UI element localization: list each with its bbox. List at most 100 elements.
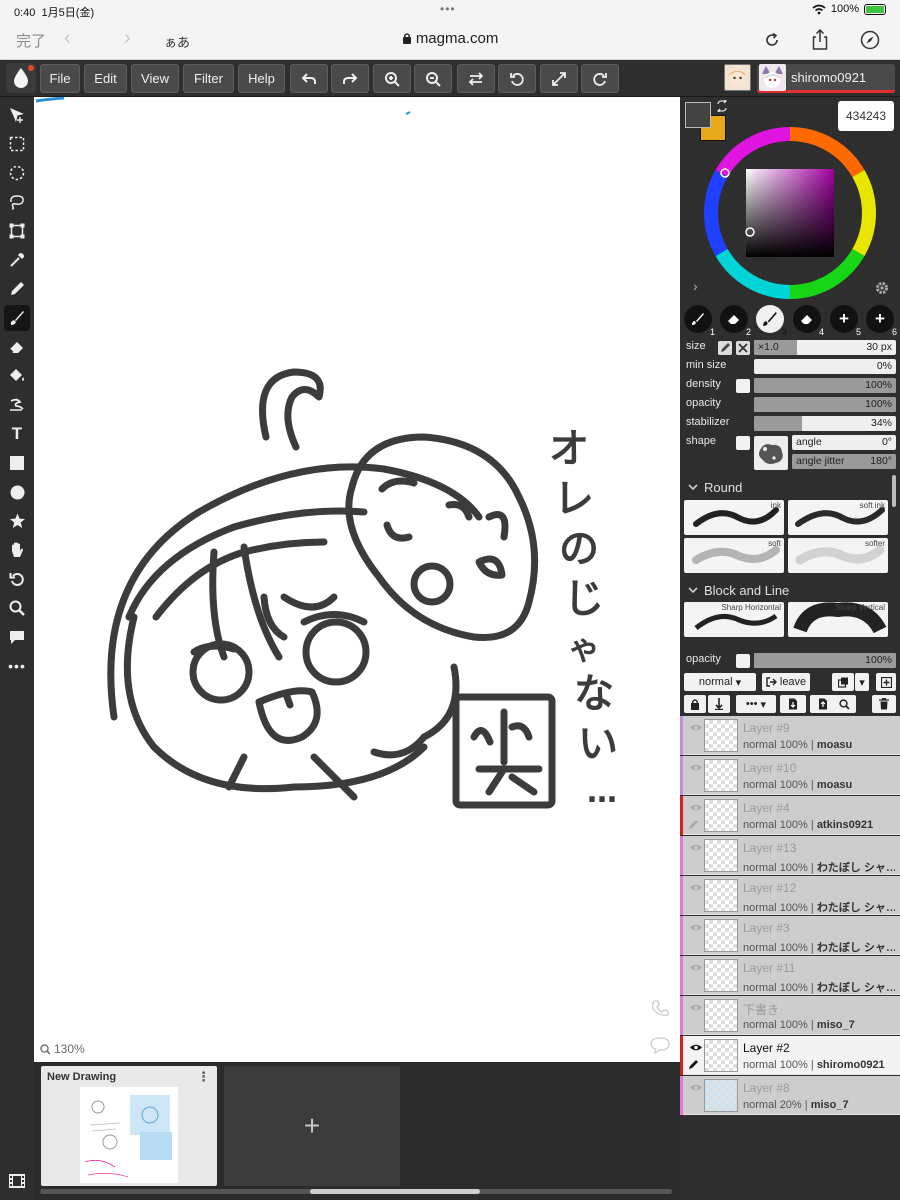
zoom-tool-icon[interactable]: [4, 595, 30, 621]
magma-logo-icon[interactable]: [6, 63, 36, 93]
brush-shape-preview[interactable]: [754, 436, 788, 470]
merge-down-button[interactable]: [708, 695, 730, 713]
layer-opacity-slider[interactable]: 100%: [754, 653, 896, 668]
drawing-options-icon[interactable]: ⋮: [197, 1069, 210, 1085]
layer-row[interactable]: Layer #8 normal 20% | miso_7: [680, 1076, 900, 1115]
shape-checkbox[interactable]: [736, 436, 750, 450]
share-icon[interactable]: [808, 28, 832, 52]
brush-slot-2[interactable]: 2: [720, 305, 751, 337]
visibility-eye-icon[interactable]: [688, 841, 704, 853]
swap-colors-icon[interactable]: [716, 100, 728, 112]
duplicate-layer-button[interactable]: [832, 673, 854, 691]
filmstrip-icon[interactable]: [6, 1170, 28, 1192]
text-tool-icon[interactable]: T: [4, 421, 30, 447]
back-arrow-icon[interactable]: ‹: [64, 27, 71, 50]
layer-row[interactable]: Layer #10 normal 100% | moasu: [680, 756, 900, 795]
drawings-scrollbar[interactable]: [40, 1189, 672, 1194]
visibility-eye-icon[interactable]: [688, 761, 704, 773]
add-layer-button[interactable]: [876, 673, 896, 691]
import-file-button[interactable]: [780, 695, 806, 713]
opacity-slider[interactable]: 100%: [754, 397, 896, 412]
rectangle-select-icon[interactable]: [4, 131, 30, 157]
round-section-header[interactable]: Round: [688, 480, 742, 495]
address-bar-text[interactable]: magma.com: [402, 30, 498, 47]
min-size-slider[interactable]: 0%: [754, 359, 896, 374]
current-user-badge[interactable]: shiromo0921: [757, 64, 895, 93]
preset-softer[interactable]: softer: [788, 538, 888, 573]
reset-rotation-button[interactable]: [581, 64, 619, 93]
compass-icon[interactable]: [858, 28, 882, 52]
expand-panel-icon[interactable]: ›: [693, 278, 698, 294]
redo-button[interactable]: [331, 64, 369, 93]
smudge-tool-icon[interactable]: [4, 392, 30, 418]
chat-bubble-icon[interactable]: [649, 1036, 671, 1054]
block-line-section-header[interactable]: Block and Line: [688, 583, 789, 598]
layer-row[interactable]: Layer #12 normal 100% | わたぼし シャ…: [680, 876, 900, 915]
transform-tool-icon[interactable]: [4, 218, 30, 244]
lasso-select-icon[interactable]: [4, 189, 30, 215]
visibility-eye-icon[interactable]: [688, 801, 704, 813]
preset-soft-ink[interactable]: soft ink: [788, 500, 888, 535]
layer-row[interactable]: Layer #3 normal 100% | わたぼし シャ…: [680, 916, 900, 955]
reader-settings-button[interactable]: ぁあ: [164, 32, 190, 51]
layer-row-selected[interactable]: Layer #2 normal 100% | shiromo0921: [680, 1036, 900, 1075]
brush-slot-4[interactable]: 4: [793, 305, 824, 337]
rectangle-shape-icon[interactable]: [4, 450, 30, 476]
preset-sharp-vertical[interactable]: Sharp Vertical: [788, 602, 888, 637]
visibility-eye-icon[interactable]: [688, 881, 704, 893]
forward-arrow-icon[interactable]: ›: [124, 27, 131, 50]
phone-call-icon[interactable]: [650, 999, 670, 1019]
lock-layer-button[interactable]: [684, 695, 706, 713]
layer-row[interactable]: Layer #4 normal 100% | atkins0921: [680, 796, 900, 835]
layer-row[interactable]: Layer #11 normal 100% | わたぼし シャ…: [680, 956, 900, 995]
leave-button[interactable]: leave: [762, 673, 810, 691]
move-tool-icon[interactable]: [4, 102, 30, 128]
visibility-eye-icon[interactable]: [688, 961, 704, 973]
comment-tool-icon[interactable]: [4, 624, 30, 650]
star-shape-icon[interactable]: [4, 508, 30, 534]
blend-mode-select[interactable]: normal ▾: [684, 673, 756, 691]
layer-row[interactable]: 下書き normal 100% | miso_7: [680, 996, 900, 1035]
ellipse-shape-icon[interactable]: [4, 479, 30, 505]
view-menu[interactable]: View: [131, 64, 179, 93]
preset-sharp-horizontal[interactable]: Sharp Horizontal: [684, 602, 784, 637]
brush-slot-5[interactable]: + 5: [830, 305, 861, 337]
size-pressure-pen-icon[interactable]: [718, 341, 732, 355]
multitask-dots-icon[interactable]: •••: [440, 2, 456, 16]
preset-ink[interactable]: ink: [684, 500, 784, 535]
file-menu[interactable]: File: [40, 64, 80, 93]
zoom-in-button[interactable]: [373, 64, 411, 93]
layer-opacity-checkbox[interactable]: [736, 654, 750, 668]
visibility-eye-icon[interactable]: [688, 921, 704, 933]
reload-icon[interactable]: [760, 28, 784, 52]
ellipse-select-icon[interactable]: [4, 160, 30, 186]
color-settings-gear-icon[interactable]: [875, 281, 889, 295]
help-menu[interactable]: Help: [238, 64, 285, 93]
drawing-card[interactable]: New Drawing ⋮: [41, 1066, 217, 1186]
brush-list-scrollbar[interactable]: [892, 475, 896, 507]
brush-tool-icon[interactable]: [4, 305, 30, 331]
more-tools-icon[interactable]: •••: [4, 653, 30, 679]
layer-options-dropdown[interactable]: ▾: [855, 673, 869, 691]
angle-jitter-slider[interactable]: angle jitter 180°: [792, 454, 896, 469]
paint-bucket-icon[interactable]: [4, 363, 30, 389]
visibility-eye-icon[interactable]: [688, 1041, 704, 1053]
new-drawing-button[interactable]: +: [224, 1066, 400, 1186]
size-pressure-disabled-icon[interactable]: [736, 341, 750, 355]
drawing-canvas[interactable]: オ レ の じ ゃ な い … 130%: [34, 97, 680, 1062]
hand-tool-icon[interactable]: [4, 537, 30, 563]
rotate-left-button[interactable]: [498, 64, 536, 93]
find-layer-button[interactable]: [832, 695, 856, 713]
preset-soft[interactable]: soft: [684, 538, 784, 573]
layer-row[interactable]: Layer #13 normal 100% | わたぼし シャ…: [680, 836, 900, 875]
done-button[interactable]: 完了: [16, 30, 46, 51]
filter-menu[interactable]: Filter: [183, 64, 234, 93]
flip-view-button[interactable]: [457, 64, 495, 93]
more-layer-actions[interactable]: ••• ▾: [736, 695, 776, 713]
delete-layer-button[interactable]: [872, 695, 896, 713]
brush-slot-6[interactable]: + 6: [866, 305, 897, 337]
zoom-indicator[interactable]: 130%: [40, 1042, 85, 1056]
pencil-tool-icon[interactable]: [4, 276, 30, 302]
collaborator-avatar[interactable]: [724, 64, 751, 91]
angle-slider[interactable]: angle 0°: [792, 435, 896, 450]
